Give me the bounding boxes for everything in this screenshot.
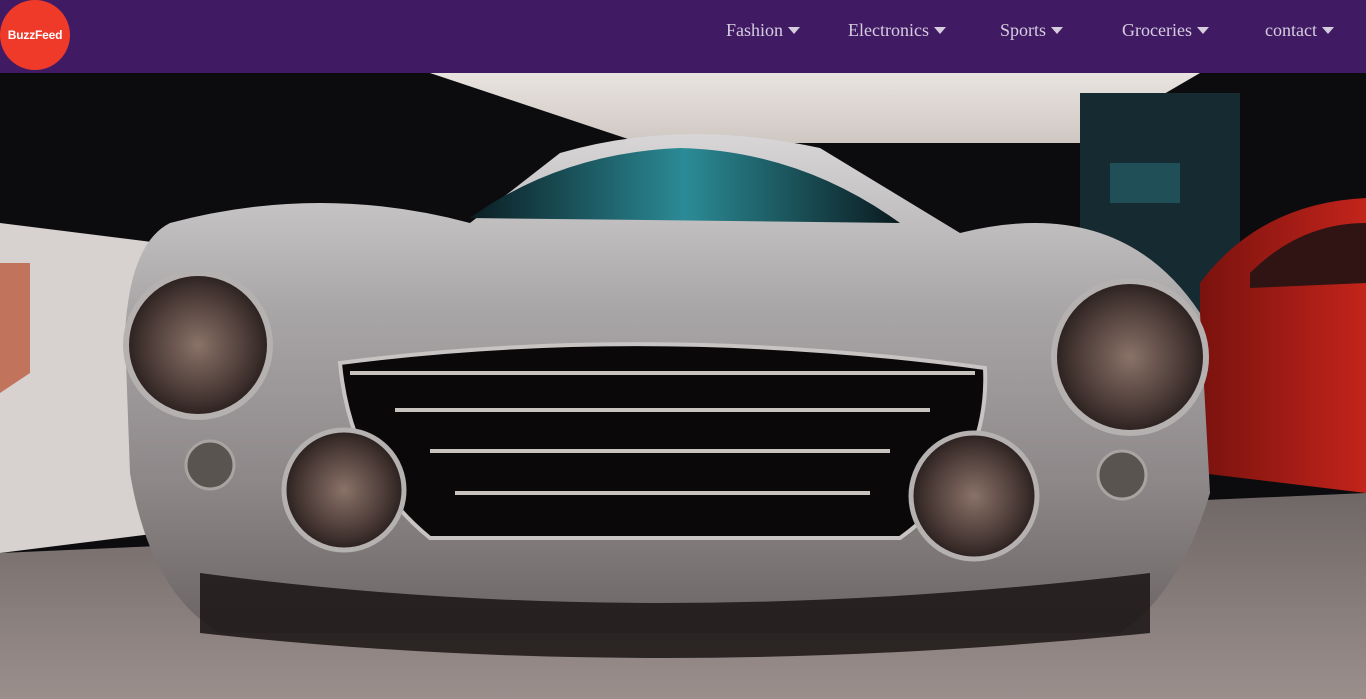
nav-item-electronics[interactable]: Electronics [848,20,946,41]
caret-down-icon [1196,27,1209,34]
top-navbar: BuzzFeed Fashion Electronics Sports Groc… [0,0,1366,73]
nav-label: Sports [1000,20,1047,40]
caret-down-icon [1051,27,1064,34]
vintage-car-illustration [0,73,1366,699]
hero-banner-image [0,73,1366,699]
nav-item-groceries[interactable]: Groceries [1122,20,1209,41]
buzzfeed-logo[interactable]: BuzzFeed [0,0,70,70]
nav-label: Electronics [848,20,929,40]
nav-label: Fashion [726,20,784,40]
caret-down-icon [788,27,801,34]
nav-item-sports[interactable]: Sports [1000,20,1064,41]
nav-item-contact[interactable]: contact [1265,20,1334,41]
nav-item-fashion[interactable]: Fashion [726,20,801,41]
nav-label: contact [1265,20,1317,40]
logo-text: BuzzFeed [7,28,63,42]
caret-down-icon [1321,27,1334,34]
nav-label: Groceries [1122,20,1192,40]
caret-down-icon [933,27,946,34]
